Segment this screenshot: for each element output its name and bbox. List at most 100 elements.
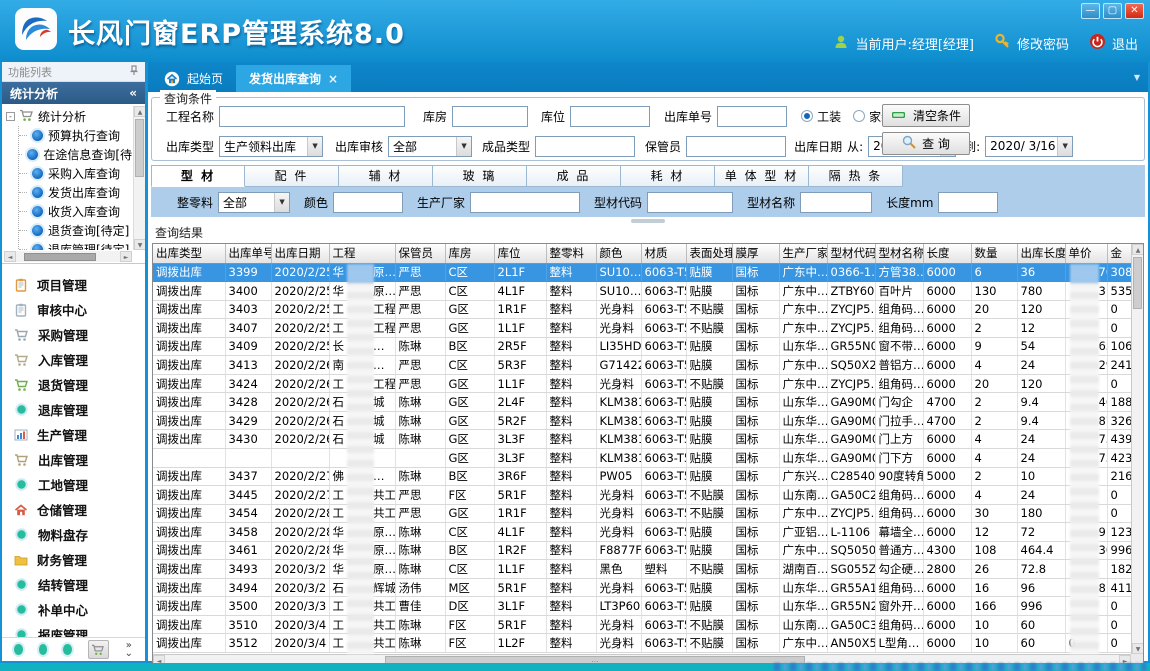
material-tab[interactable]: 耗 材 — [621, 165, 715, 187]
sidebar-item[interactable]: 审核中心 — [2, 297, 145, 322]
table-row[interactable]: 调拨出库35002020/3/3工共工程曹佳D区3L1F整料LT3P606063… — [153, 597, 1137, 616]
tab-delivery-query[interactable]: 发货出库查询× — [236, 65, 351, 92]
table-row[interactable]: 调拨出库35122020/3/4工共工程陈琳F区1L2F整料光身料6063-T5… — [153, 634, 1137, 653]
sidebar-item[interactable]: 结转管理 — [2, 572, 145, 597]
column-header[interactable]: 生产厂家 — [779, 244, 827, 263]
tree-root-statistics[interactable]: - 统计分析 — [6, 107, 132, 126]
tree-item[interactable]: 退货查询[待定] — [19, 221, 132, 240]
tree-item[interactable]: 发货出库查询 — [19, 183, 132, 202]
material-tab[interactable]: 配 件 — [245, 165, 339, 187]
tree-hscroll-thumb[interactable] — [24, 253, 96, 261]
table-row[interactable]: 调拨出库35102020/3/4工共工程陈琳F区5R1F整料光身料6063-T5… — [153, 615, 1137, 634]
search-button[interactable]: 查 询 — [882, 132, 970, 155]
scroll-up-icon[interactable]: ▲ — [1132, 244, 1144, 255]
table-row[interactable]: 调拨出库34612020/2/28华原…陈琳B区1R2F整料F8877FT606… — [153, 541, 1137, 560]
table-row[interactable]: 调拨出库34072020/2/25工工程严思G区1L1F整料光身料6063-T5… — [153, 319, 1137, 338]
column-header[interactable]: 单价 — [1065, 244, 1107, 263]
table-row[interactable]: 调拨出库34942020/3/2石辉城汤伟M区5R1F整料光身料6063-T5贴… — [153, 578, 1137, 597]
tree-item[interactable]: 收货入库查询 — [19, 202, 132, 221]
sidebar-item[interactable]: 退库管理 — [2, 397, 145, 422]
order-no-input[interactable] — [717, 106, 787, 127]
tab-home[interactable]: 起始页 — [151, 65, 236, 92]
sidebar-item[interactable]: 采购管理 — [2, 322, 145, 347]
tree-item[interactable]: 在途信息查询[待 — [19, 145, 132, 164]
tab-close-icon[interactable]: × — [328, 72, 338, 86]
table-row[interactable]: 调拨出库34292020/2/26石城陈琳G区5R2F整料KLM38176063… — [153, 411, 1137, 430]
sidebar-item[interactable]: 补单中心 — [2, 597, 145, 622]
module-dot-icon[interactable] — [63, 644, 72, 655]
profile-name-input[interactable] — [800, 192, 872, 213]
column-header[interactable]: 工程 — [329, 244, 395, 263]
column-header[interactable]: 出库单号 — [225, 244, 271, 263]
column-header[interactable]: 长度 — [923, 244, 971, 263]
column-header[interactable]: 膜厚 — [732, 244, 779, 263]
sidebar-item[interactable]: 物料盘存 — [2, 522, 145, 547]
close-button[interactable]: ✕ — [1125, 3, 1144, 19]
material-tab[interactable]: 型 材 — [151, 165, 245, 187]
scroll-down-icon[interactable]: ▼ — [1132, 643, 1144, 654]
column-header[interactable]: 表面处理 — [686, 244, 732, 263]
column-header[interactable]: 型材代码 — [827, 244, 875, 263]
tree-item[interactable]: 预算执行查询 — [19, 126, 132, 145]
location-input[interactable] — [570, 106, 650, 127]
scroll-right-icon[interactable]: ► — [120, 251, 132, 262]
length-input[interactable] — [938, 192, 998, 213]
module-dot-icon[interactable] — [39, 644, 48, 655]
scroll-left-icon[interactable]: ◄ — [4, 251, 16, 262]
table-row[interactable]: 调拨出库34032020/2/25工工程严思G区1R1F整料光身料6063-T5… — [153, 300, 1137, 319]
table-row[interactable]: 调拨出库34372020/2/27佛…陈琳B区3R6F整料PW056063-T5… — [153, 467, 1137, 486]
table-row[interactable]: 调拨出库34542020/2/28工共工程严思G区1R1F整料光身料6063-T… — [153, 504, 1137, 523]
sidebar-group-header[interactable]: 统计分析 « — [2, 82, 145, 104]
out-type-select[interactable]: 生产领料出库▼ — [219, 136, 323, 157]
column-header[interactable]: 整零料 — [546, 244, 596, 263]
expander-icon[interactable]: - — [6, 112, 15, 121]
table-row[interactable]: 调拨出库34242020/2/26工工程严思G区1L1F整料光身料6063-T5… — [153, 374, 1137, 393]
panel-splitter[interactable] — [151, 217, 1145, 224]
module-dot-icon[interactable] — [14, 644, 23, 655]
change-password-button[interactable]: 修改密码 — [994, 33, 1069, 54]
tab-list-caret-icon[interactable]: ▼ — [1134, 73, 1140, 82]
project-name-input[interactable] — [219, 106, 405, 127]
tree-vertical-scrollbar[interactable]: ▲ ▼ — [133, 106, 145, 250]
factory-input[interactable] — [470, 192, 580, 213]
sidebar-item[interactable]: 报废管理 — [2, 622, 145, 637]
table-vscroll-thumb[interactable] — [1133, 257, 1142, 309]
column-header[interactable]: 颜色 — [596, 244, 641, 263]
sidebar-item[interactable]: 工地管理 — [2, 472, 145, 497]
table-row[interactable]: 调拨出库34582020/2/28华原…陈琳C区4L1F整料光身料6063-T5… — [153, 523, 1137, 542]
audit-select[interactable]: 全部▼ — [388, 136, 472, 157]
sidebar-item[interactable]: 仓储管理 — [2, 497, 145, 522]
column-header[interactable]: 出库类型 — [153, 244, 225, 263]
whole-part-select[interactable]: 全部▼ — [218, 192, 290, 213]
column-header[interactable]: 库位 — [494, 244, 546, 263]
maximize-button[interactable]: ▢ — [1103, 3, 1122, 19]
more-modules-button[interactable]: »⌄ — [125, 642, 133, 658]
column-header[interactable]: 库房 — [445, 244, 494, 263]
collapse-icon[interactable]: « — [129, 86, 137, 100]
tree-item[interactable]: 退库管理[待定] — [19, 240, 132, 250]
minimize-button[interactable]: — — [1081, 3, 1100, 19]
column-header[interactable]: 数量 — [971, 244, 1017, 263]
scroll-down-icon[interactable]: ▼ — [134, 239, 145, 250]
column-header[interactable]: 型材名称 — [875, 244, 923, 263]
column-header[interactable]: 材质 — [641, 244, 686, 263]
clear-conditions-button[interactable]: 清空条件 — [882, 104, 970, 127]
material-tab[interactable]: 单 体 型 材 — [715, 165, 809, 187]
keeper-input[interactable] — [686, 136, 786, 157]
table-row[interactable]: 调拨出库34932020/3/2华原…陈琳C区1L1F整料黑色塑料不贴膜国标湖南… — [153, 560, 1137, 579]
module-cart-button[interactable] — [88, 640, 109, 659]
pin-icon[interactable] — [129, 65, 139, 79]
column-header[interactable]: 出库日期 — [271, 244, 329, 263]
scroll-up-icon[interactable]: ▲ — [134, 106, 145, 117]
table-row[interactable]: 调拨出库34092020/2/25长…陈琳B区2R5F整料LI35HD6063-… — [153, 337, 1137, 356]
profile-code-input[interactable] — [647, 192, 733, 213]
tree-item[interactable]: 采购入库查询 — [19, 164, 132, 183]
material-tab[interactable]: 玻 璃 — [433, 165, 527, 187]
table-row[interactable]: 调拨出库34002020/2/25华原…严思C区4L1F整料SU10…6063-… — [153, 282, 1137, 301]
tree-horizontal-scrollbar[interactable]: ◄ ► — [4, 251, 132, 262]
date-to-picker[interactable]: 2020/ 3/16▼ — [985, 136, 1073, 157]
column-header[interactable]: 保管员 — [395, 244, 445, 263]
sidebar-item[interactable]: 入库管理 — [2, 347, 145, 372]
product-type-input[interactable] — [535, 136, 635, 157]
material-tab[interactable]: 辅 材 — [339, 165, 433, 187]
